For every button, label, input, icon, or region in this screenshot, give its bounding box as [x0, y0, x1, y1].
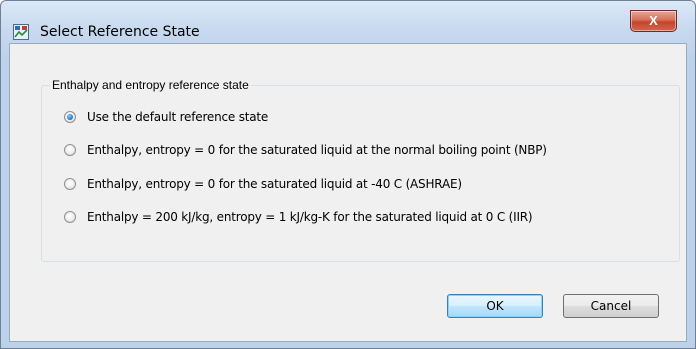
ok-button[interactable]: OK	[447, 294, 543, 318]
window-title: Select Reference State	[40, 24, 200, 40]
option-label[interactable]: Enthalpy = 200 kJ/kg, entropy = 1 kJ/kg-…	[87, 210, 533, 224]
option-label[interactable]: Enthalpy, entropy = 0 for the saturated …	[87, 143, 547, 157]
option-default-reference[interactable]: Use the default reference state	[64, 109, 268, 125]
radio-nbp-reference[interactable]	[64, 144, 76, 156]
close-icon: X	[649, 13, 658, 28]
reference-state-groupbox: Enthalpy and entropy reference state Use…	[41, 78, 680, 262]
option-label[interactable]: Use the default reference state	[87, 110, 268, 124]
option-label[interactable]: Enthalpy, entropy = 0 for the saturated …	[87, 177, 462, 191]
cancel-button[interactable]: Cancel	[563, 294, 659, 318]
option-nbp-reference[interactable]: Enthalpy, entropy = 0 for the saturated …	[64, 142, 547, 158]
option-ashrae-reference[interactable]: Enthalpy, entropy = 0 for the saturated …	[64, 176, 462, 192]
radio-default-reference[interactable]	[64, 111, 76, 123]
groupbox-legend: Enthalpy and entropy reference state	[50, 78, 251, 92]
app-icon	[13, 24, 29, 40]
dialog-window: Select Reference State X Enthalpy and en…	[0, 0, 696, 349]
radio-iir-reference[interactable]	[64, 211, 76, 223]
close-button[interactable]: X	[630, 10, 677, 32]
radio-ashrae-reference[interactable]	[64, 178, 76, 190]
title-bar[interactable]: Select Reference State X	[1, 1, 695, 43]
dialog-body: Enthalpy and entropy reference state Use…	[9, 43, 687, 342]
option-iir-reference[interactable]: Enthalpy = 200 kJ/kg, entropy = 1 kJ/kg-…	[64, 209, 533, 225]
